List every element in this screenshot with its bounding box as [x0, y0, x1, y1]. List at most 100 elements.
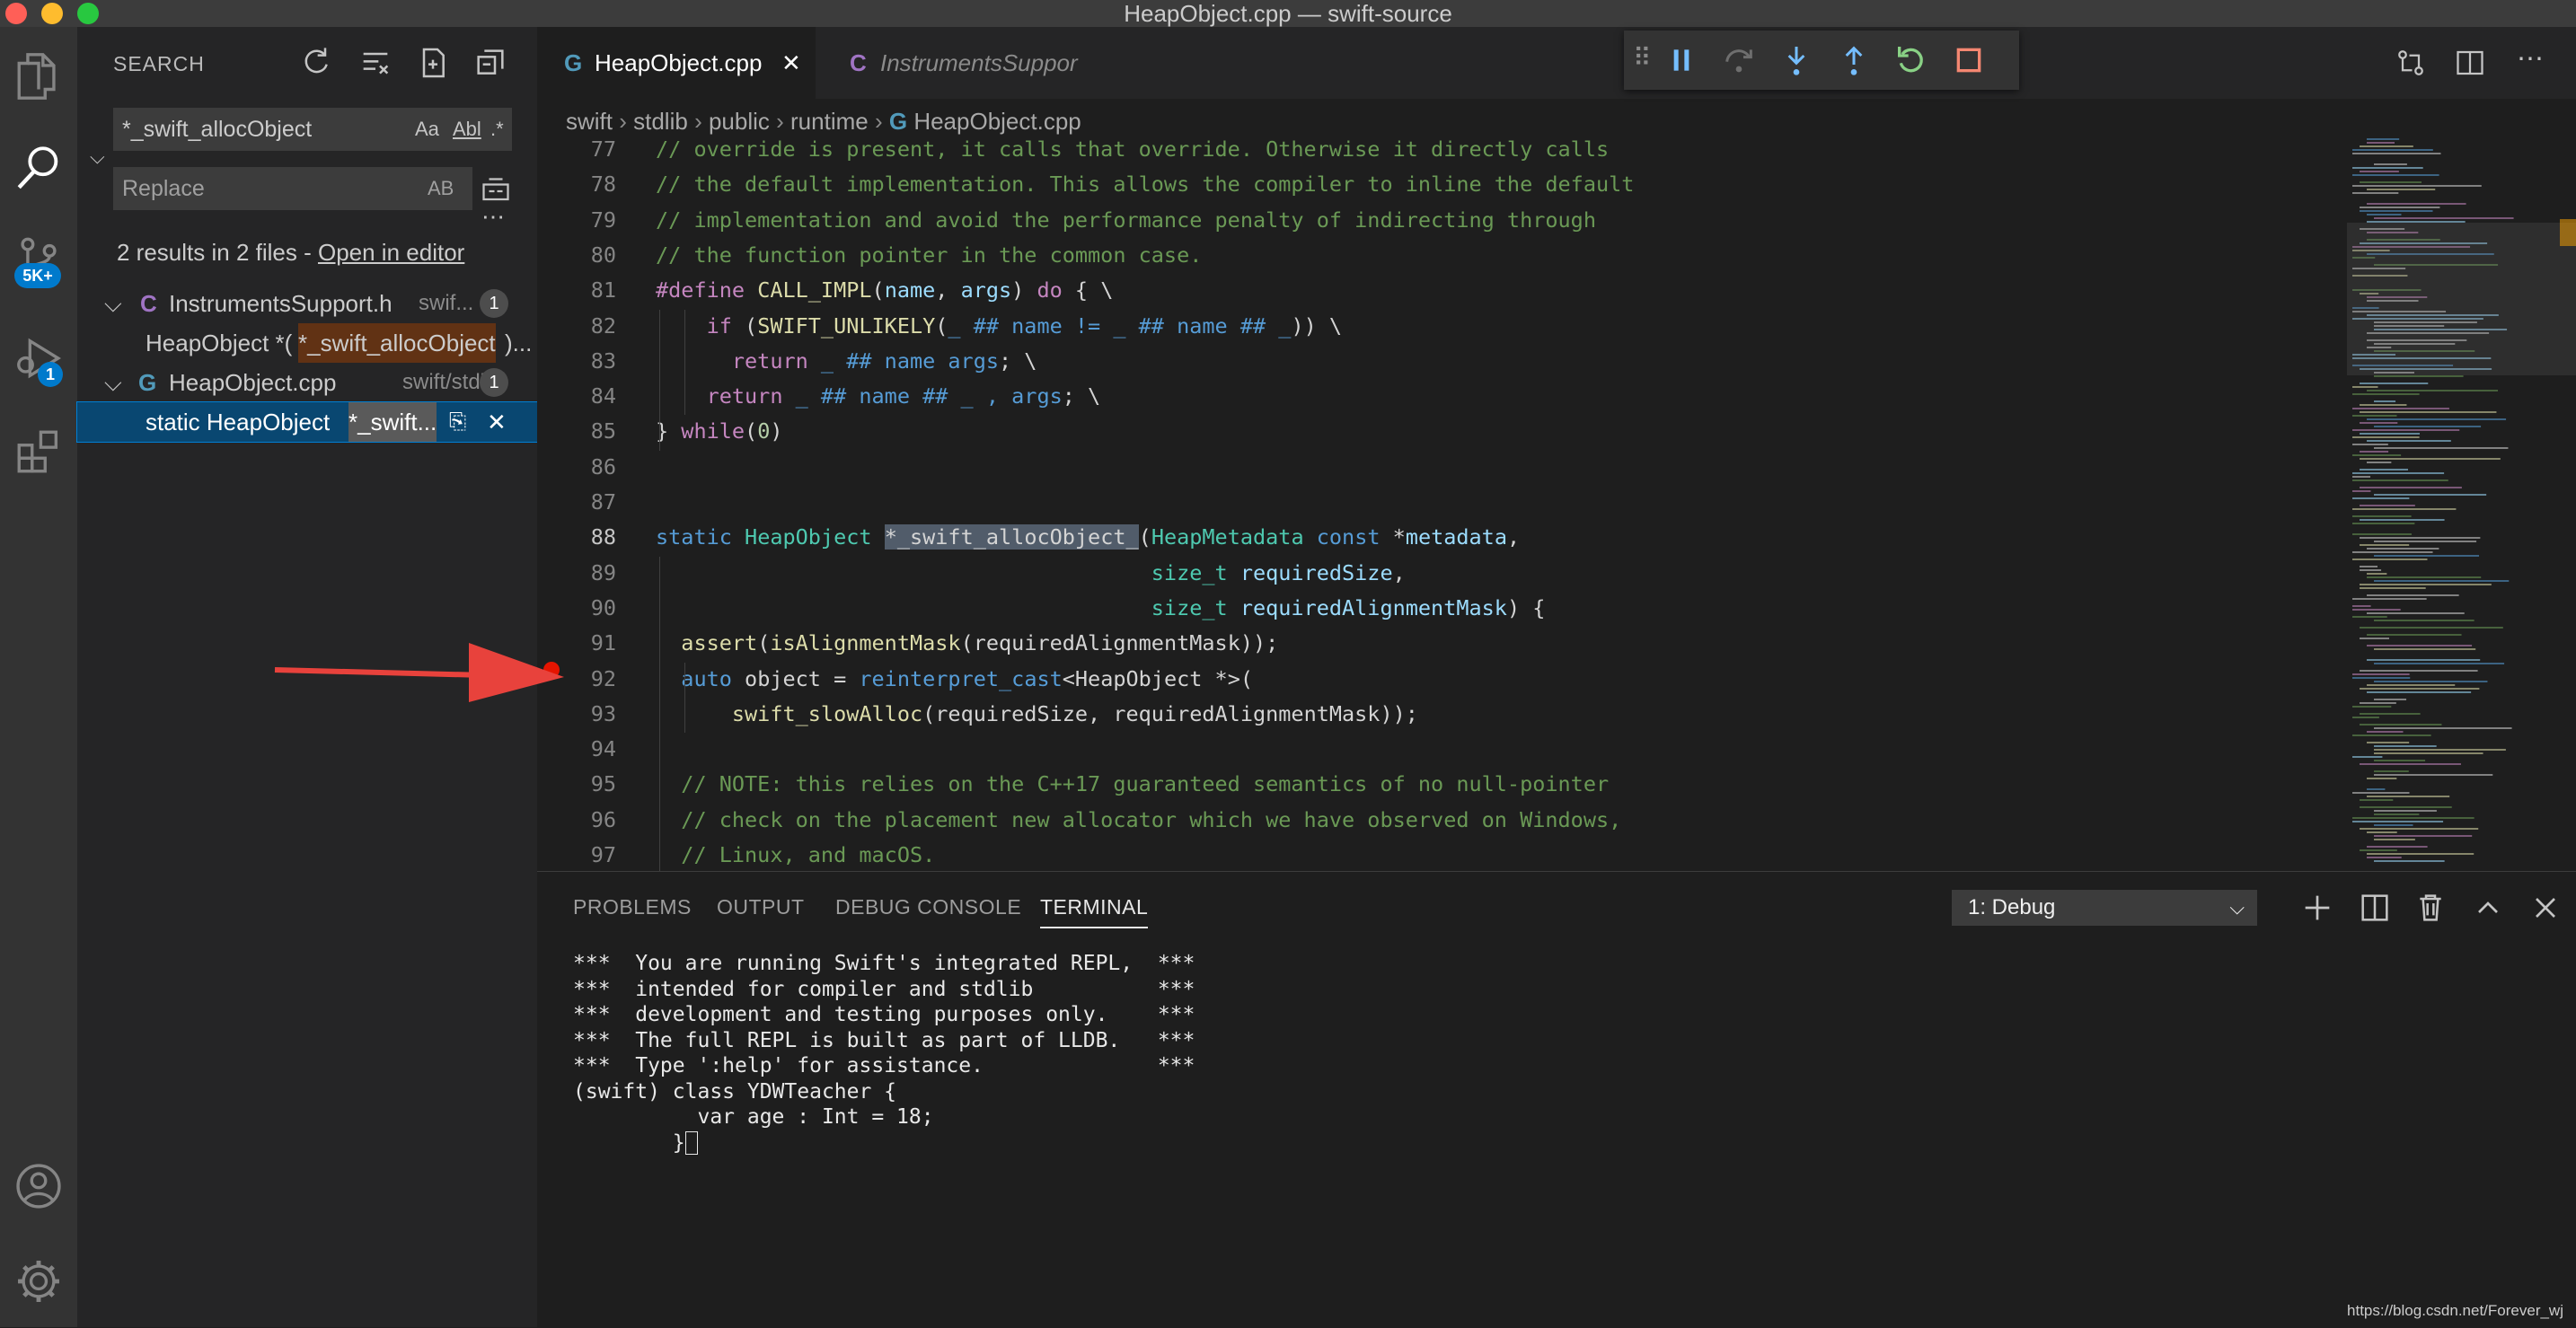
c-file-icon: C [140, 290, 157, 317]
tab-terminal[interactable]: TERMINAL [1040, 895, 1149, 928]
tab-debug-console[interactable]: DEBUG CONSOLE [835, 895, 1021, 919]
match-whole-word-toggle[interactable]: Abl [453, 108, 481, 151]
close-window-button[interactable] [5, 3, 27, 24]
search-input[interactable]: *_swift_allocObject Aa Abl .* [113, 108, 512, 151]
regex-toggle[interactable]: .* [490, 108, 504, 151]
settings-gear-icon[interactable] [13, 1255, 65, 1307]
code-token: * [1392, 524, 1406, 550]
new-terminal-icon[interactable] [2299, 890, 2335, 926]
preserve-case-toggle[interactable]: AB [428, 167, 454, 210]
open-changes-icon[interactable] [2395, 47, 2427, 79]
sidebar-title: SEARCH [113, 52, 205, 75]
close-panel-icon[interactable] [2527, 890, 2563, 926]
code-token: reinterpret_cast [859, 665, 1063, 691]
code-token: , [1392, 559, 1406, 585]
cpp-file-icon: G [138, 369, 157, 396]
clear-results-icon[interactable] [357, 45, 393, 81]
code-line: return _ ## name ## _ , args; \ [656, 380, 1101, 412]
replace-all-icon[interactable] [480, 172, 512, 205]
minimap[interactable] [2347, 133, 2576, 871]
split-terminal-icon[interactable] [2357, 890, 2393, 926]
code-line: static HeapObject *_swift_allocObject_(H… [656, 521, 1520, 553]
result-file-instrumentssupport[interactable]: ⌵ C InstrumentsSupport.h swif... 1 [77, 284, 537, 323]
cpp-file-icon: G [564, 49, 583, 76]
code-token: object = [745, 665, 860, 691]
account-icon[interactable] [13, 1160, 65, 1212]
tab-output[interactable]: OUTPUT [717, 895, 805, 919]
new-search-editor-icon[interactable] [415, 45, 451, 81]
match-prefix: static HeapObject [146, 409, 331, 435]
open-in-editor-link[interactable]: Open in editor [318, 239, 464, 266]
terminal-output[interactable]: *** You are running Swift's integrated R… [573, 951, 1195, 1156]
title-bar: HeapObject.cpp — swift-source [0, 0, 2576, 27]
minimize-window-button[interactable] [41, 3, 63, 24]
kill-terminal-icon[interactable] [2413, 890, 2448, 926]
step-into-icon[interactable] [1778, 42, 1814, 78]
code-line: // Linux, and macOS. [656, 839, 935, 871]
collapse-all-icon[interactable] [472, 45, 508, 81]
line-number: 97 [590, 842, 616, 867]
result-count-badge: 1 [480, 368, 508, 397]
breadcrumb-item[interactable]: public [709, 108, 770, 135]
breadcrumb-item[interactable]: swift [566, 108, 613, 135]
search-icon[interactable] [13, 142, 65, 194]
replace-input[interactable]: Replace AB [113, 167, 472, 210]
match-case-toggle[interactable]: Aa [415, 108, 439, 151]
result-match-line[interactable]: HeapObject *( *_swift_allocObject )... [77, 323, 537, 363]
result-file-name: InstrumentsSupport.h [169, 290, 393, 317]
breadcrumb-item[interactable]: runtime [790, 108, 869, 135]
code-line: size_t requiredSize, [656, 557, 1406, 589]
line-number: 83 [590, 347, 616, 374]
code-line: swift_slowAlloc(requiredSize, requiredAl… [656, 698, 1418, 730]
zoom-window-button[interactable] [77, 3, 99, 24]
dismiss-match-icon[interactable]: ✕ [487, 402, 507, 442]
code-token: ( [745, 418, 758, 444]
code-line: } while(0) [656, 415, 783, 447]
step-over-icon[interactable] [1721, 42, 1757, 78]
code-token: do [1037, 277, 1063, 303]
refresh-icon[interactable] [298, 45, 334, 81]
tab-instrumentssupport[interactable]: C InstrumentsSuppor [816, 27, 1085, 99]
line-number: 94 [590, 736, 616, 762]
more-options-icon[interactable]: ⋯ [481, 203, 505, 231]
explorer-icon[interactable] [13, 50, 65, 102]
terminal-select[interactable]: 1: Debug ⌵ [1952, 890, 2257, 926]
code-token: )) \ [1291, 312, 1343, 339]
breadcrumb-item[interactable]: HeapObject.cpp [913, 108, 1081, 135]
code-line: // implementation and avoid the performa… [656, 204, 1596, 236]
code-line: size_t requiredAlignmentMask) { [656, 592, 1546, 624]
restart-icon[interactable] [1893, 42, 1929, 78]
code-token: if [706, 312, 732, 339]
replace-match-icon[interactable]: ⎘ [449, 402, 466, 442]
code-token: static [656, 524, 745, 550]
result-file-heapobject[interactable]: ⌵ G HeapObject.cpp swift/stdli... 1 [77, 363, 537, 402]
line-number: 81 [590, 277, 616, 303]
stop-icon[interactable] [1951, 42, 1987, 78]
close-tab-icon[interactable]: ✕ [781, 27, 801, 99]
split-editor-icon[interactable] [2454, 47, 2486, 79]
search-input-value: *_swift_allocObject [122, 117, 313, 142]
tab-heapobject-cpp[interactable]: G HeapObject.cpp ✕ [537, 27, 816, 99]
code-token: const [1316, 524, 1393, 550]
search-match-highlight: *_swift_allocObject_ [884, 524, 1139, 550]
line-number: 90 [590, 594, 616, 620]
code-token: return [706, 383, 783, 409]
watermark: https://blog.csdn.net/Forever_wj [2347, 1302, 2563, 1319]
tab-problems[interactable]: PROBLEMS [573, 895, 692, 919]
match-suffix: )... [505, 330, 533, 356]
maximize-panel-icon[interactable] [2470, 890, 2506, 926]
code-token: #define [656, 277, 758, 303]
more-actions-icon[interactable]: ⋯ [2517, 43, 2544, 75]
window-title: HeapObject.cpp — swift-source [1124, 0, 1452, 27]
tab-label: InstrumentsSuppor [880, 49, 1078, 76]
breadcrumb-item[interactable]: stdlib [633, 108, 688, 135]
line-number: 78 [590, 171, 616, 198]
code-token: ) [1011, 277, 1037, 303]
code-token: , [935, 277, 961, 303]
extensions-icon[interactable] [13, 426, 65, 478]
toggle-replace-chevron-icon[interactable]: ⌵ [90, 145, 105, 169]
pause-icon[interactable] [1663, 42, 1699, 78]
drag-handle-icon[interactable]: ⠿ [1633, 43, 1652, 73]
step-out-icon[interactable] [1836, 42, 1872, 78]
result-match-line-selected[interactable]: static HeapObject *_swift... ⎘ ✕ [76, 401, 538, 443]
